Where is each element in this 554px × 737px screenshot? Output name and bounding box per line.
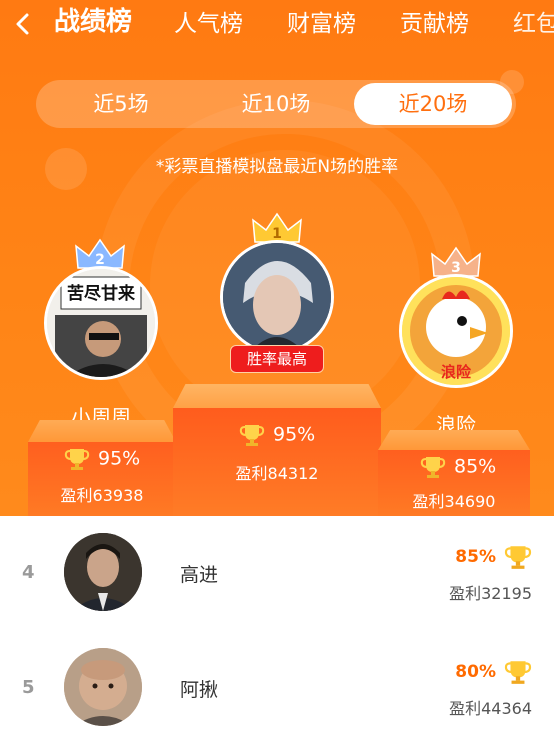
podium-rate-first: 95% bbox=[239, 422, 315, 448]
row-name: 高进 bbox=[180, 564, 219, 586]
row-profit: 盈利32195 bbox=[449, 584, 532, 603]
trophy-icon bbox=[504, 661, 532, 684]
avatar-second[interactable]: 苦尽甘来 bbox=[44, 266, 158, 380]
back-arrow-icon[interactable] bbox=[10, 10, 36, 38]
stats-note: *彩票直播模拟盘最近N场的胜率 bbox=[155, 157, 399, 177]
top-nav: 战绩榜 人气榜 财富榜 贡献榜 红包 bbox=[0, 0, 554, 50]
trophy-icon bbox=[239, 425, 265, 446]
trophy-icon bbox=[420, 457, 446, 478]
period-option-10[interactable]: 近10场 bbox=[226, 80, 326, 128]
podium-profit-third: 盈利34690 bbox=[412, 492, 496, 511]
trophy-icon bbox=[64, 449, 90, 470]
avatar-image: 苦尽甘来 bbox=[47, 269, 155, 377]
trophy-icon bbox=[504, 546, 532, 569]
podium-block-first: 95% 盈利84312 bbox=[173, 384, 381, 516]
leaderboard-hero: 战绩榜 人气榜 财富榜 贡献榜 红包 近5场 近10场 近20场 *彩票直播模拟… bbox=[0, 0, 554, 516]
avatar-image bbox=[64, 533, 142, 611]
avatar-image bbox=[223, 243, 331, 351]
tab-wealth[interactable]: 财富榜 bbox=[287, 8, 356, 40]
avatar-image bbox=[64, 648, 142, 726]
row-rate: 85% bbox=[455, 547, 496, 567]
best-rate-badge: 胜率最高 bbox=[230, 345, 324, 373]
avatar-first[interactable] bbox=[220, 240, 334, 354]
list-item[interactable]: 4 高进 85% 盈利32195 bbox=[0, 516, 554, 631]
avatar-calligraphy: 苦尽甘来 bbox=[67, 283, 136, 304]
period-option-20[interactable]: 近20场 bbox=[354, 83, 512, 125]
row-rank: 4 bbox=[22, 562, 35, 583]
rate-value: 95% bbox=[273, 423, 316, 446]
podium-rate-third: 85% bbox=[420, 454, 496, 480]
avatar-third[interactable]: 浪险 bbox=[399, 274, 513, 388]
period-option-5[interactable]: 近5场 bbox=[76, 80, 166, 128]
rate-value: 85% bbox=[454, 455, 497, 478]
podium-profit-first: 盈利84312 bbox=[235, 464, 319, 483]
podium-block-second: 95% 盈利63938 bbox=[28, 420, 176, 516]
period-selector: 近5场 近10场 近20场 bbox=[36, 80, 516, 128]
row-rate: 80% bbox=[455, 662, 496, 682]
avatar[interactable] bbox=[64, 648, 142, 726]
podium-rate-second: 95% bbox=[64, 446, 140, 472]
tab-popularity[interactable]: 人气榜 bbox=[174, 8, 243, 40]
row-profit: 盈利44364 bbox=[449, 699, 532, 718]
tab-contribution[interactable]: 贡献榜 bbox=[400, 8, 469, 40]
podium-block-third: 85% 盈利34690 bbox=[378, 430, 530, 516]
avatar-image: 浪险 bbox=[402, 277, 510, 385]
avatar-caption: 浪险 bbox=[441, 363, 472, 381]
row-rank: 5 bbox=[22, 677, 35, 698]
tab-record[interactable]: 战绩榜 bbox=[54, 6, 132, 38]
rate-value: 95% bbox=[98, 447, 141, 470]
podium-profit-second: 盈利63938 bbox=[60, 486, 144, 505]
tab-redpacket[interactable]: 红包 bbox=[513, 8, 554, 40]
avatar[interactable] bbox=[64, 533, 142, 611]
list-item[interactable]: 5 阿揪 80% 盈利44364 bbox=[0, 631, 554, 737]
row-name: 阿揪 bbox=[180, 679, 219, 701]
